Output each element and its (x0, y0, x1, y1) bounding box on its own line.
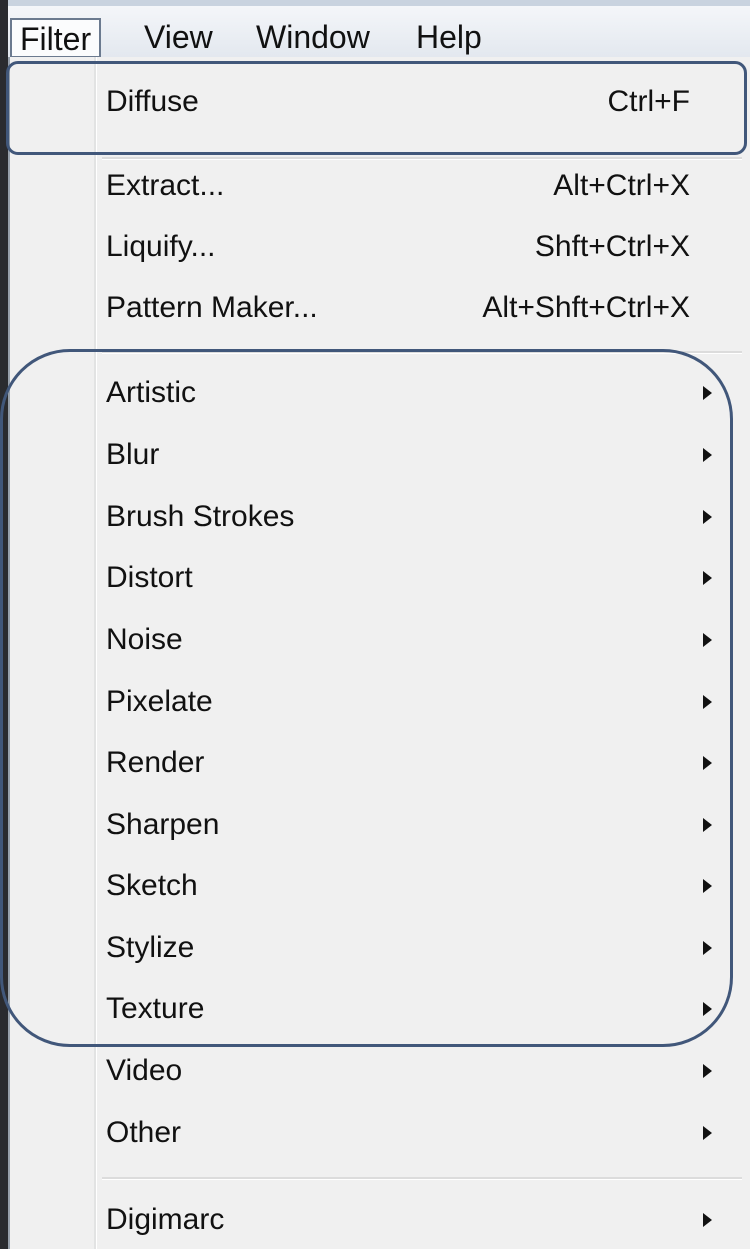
submenu-arrow-icon (703, 633, 712, 647)
menu-item-pattern-maker[interactable]: Pattern Maker... Alt+Shft+Ctrl+X (10, 279, 750, 337)
menu-item-label: Artistic (106, 376, 196, 409)
menu-window[interactable]: Window (248, 17, 378, 57)
submenu-arrow-icon (703, 818, 712, 832)
menu-item-label: Render (106, 746, 205, 779)
menu-item-label: Stylize (106, 931, 195, 964)
submenu-render[interactable]: Render (10, 734, 750, 792)
submenu-video[interactable]: Video (10, 1042, 750, 1100)
menu-item-extract[interactable]: Extract... Alt+Ctrl+X (10, 157, 750, 215)
submenu-arrow-icon (703, 1126, 712, 1140)
menu-bar: Filter View Window Help (8, 0, 750, 58)
submenu-stylize[interactable]: Stylize (10, 919, 750, 977)
menu-item-diffuse[interactable]: Diffuse Ctrl+F (10, 73, 750, 131)
menu-item-shortcut: Shft+Ctrl+X (534, 230, 690, 263)
submenu-digimarc[interactable]: Digimarc (10, 1191, 750, 1249)
menu-item-label: Pattern Maker... (106, 291, 318, 324)
submenu-arrow-icon (703, 1064, 712, 1078)
menu-item-label: Extract... (106, 169, 225, 202)
submenu-arrow-icon (703, 448, 712, 462)
submenu-arrow-icon (703, 879, 712, 893)
menu-item-label: Video (106, 1054, 183, 1087)
menu-item-label: Pixelate (106, 685, 213, 718)
filter-dropdown-menu: Diffuse Ctrl+F Extract... Alt+Ctrl+X Liq… (8, 57, 750, 1249)
menu-view[interactable]: View (136, 17, 221, 57)
submenu-arrow-icon (703, 1002, 712, 1016)
menu-help[interactable]: Help (408, 17, 490, 57)
submenu-other[interactable]: Other (10, 1104, 750, 1162)
submenu-arrow-icon (703, 756, 712, 770)
menu-item-shortcut: Ctrl+F (607, 85, 691, 118)
menu-item-shortcut: Alt+Shft+Ctrl+X (482, 291, 690, 324)
submenu-blur[interactable]: Blur (10, 426, 750, 484)
submenu-noise[interactable]: Noise (10, 611, 750, 669)
submenu-arrow-icon (703, 941, 712, 955)
submenu-arrow-icon (703, 510, 712, 524)
menu-item-label: Brush Strokes (106, 500, 295, 533)
submenu-arrow-icon (703, 386, 712, 400)
menu-item-label: Texture (106, 992, 205, 1025)
menu-item-label: Distort (106, 561, 193, 594)
menu-separator (102, 1177, 742, 1180)
submenu-pixelate[interactable]: Pixelate (10, 673, 750, 731)
menu-item-label: Blur (106, 438, 160, 471)
submenu-brush-strokes[interactable]: Brush Strokes (10, 488, 750, 546)
submenu-sharpen[interactable]: Sharpen (10, 796, 750, 854)
menu-item-label: Diffuse (106, 85, 199, 118)
submenu-sketch[interactable]: Sketch (10, 857, 750, 915)
submenu-distort[interactable]: Distort (10, 549, 750, 607)
menu-item-label: Other (106, 1116, 182, 1149)
menu-separator (102, 351, 742, 354)
menu-item-label: Digimarc (106, 1203, 225, 1236)
submenu-texture[interactable]: Texture (10, 980, 750, 1038)
menu-item-label: Sketch (106, 869, 198, 902)
submenu-arrow-icon (703, 695, 712, 709)
menu-filter[interactable]: Filter (10, 18, 102, 58)
menu-item-label: Sharpen (106, 808, 220, 841)
submenu-arrow-icon (703, 1213, 712, 1227)
menu-item-label: Liquify... (106, 230, 216, 263)
submenu-arrow-icon (703, 571, 712, 585)
menu-item-shortcut: Alt+Ctrl+X (553, 169, 690, 202)
submenu-artistic[interactable]: Artistic (10, 364, 750, 422)
menu-item-liquify[interactable]: Liquify... Shft+Ctrl+X (10, 218, 750, 276)
menu-item-label: Noise (106, 623, 183, 656)
window-edge (0, 0, 8, 1249)
